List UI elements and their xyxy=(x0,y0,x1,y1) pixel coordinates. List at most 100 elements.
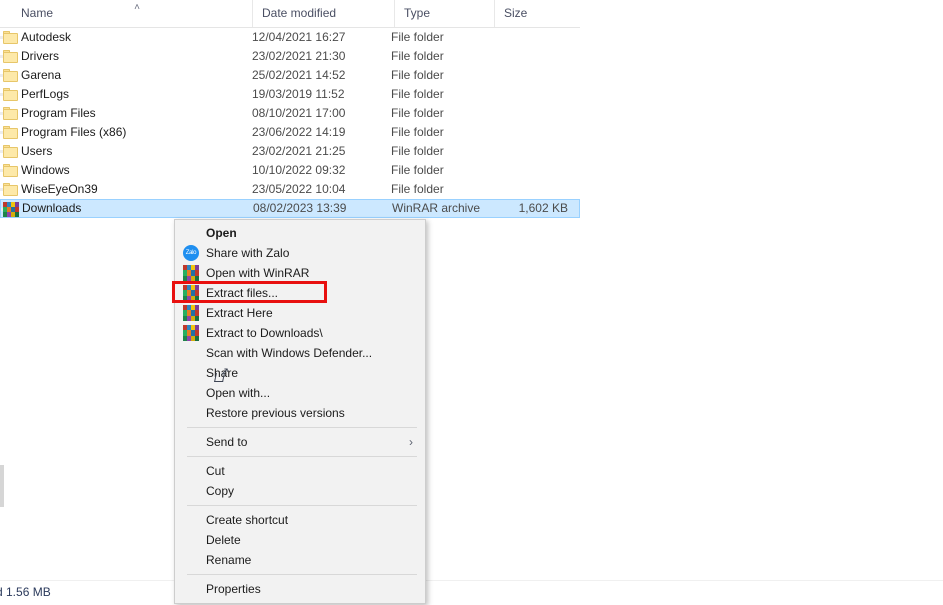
file-row-name: Users xyxy=(21,144,53,158)
menu-item[interactable]: Open with... xyxy=(175,383,425,403)
file-row-size xyxy=(470,104,567,123)
file-row[interactable]: Program Files 08/10/2021 17:00 File folder xyxy=(0,104,580,123)
winrar-icon xyxy=(183,285,199,301)
file-row-size: 1,602 KB xyxy=(518,201,568,215)
file-row-name: Downloads xyxy=(22,201,82,215)
zalo-icon: Zalo xyxy=(183,245,199,261)
file-row-name: Windows xyxy=(21,163,70,177)
file-row[interactable]: PerfLogs 19/03/2019 11:52 File folder xyxy=(0,85,580,104)
menu-item[interactable]: Scan with Windows Defender... xyxy=(175,343,425,363)
file-row-name: Garena xyxy=(21,68,62,82)
file-row-size xyxy=(470,47,567,66)
file-row-name: WiseEyeOn39 xyxy=(21,182,98,196)
folder-icon xyxy=(3,145,18,158)
menu-separator xyxy=(187,574,417,575)
file-row[interactable]: Autodesk 12/04/2021 16:27 File folder xyxy=(0,28,580,47)
file-row-date-modified: 23/06/2022 14:19 xyxy=(252,125,346,139)
menu-item[interactable]: Extract to Downloads\ xyxy=(175,323,425,343)
column-header-type[interactable]: Type xyxy=(394,0,494,27)
file-list-view[interactable]: Name ˄ Date modified Type Size Autodesk 1… xyxy=(0,0,580,232)
file-context-menu[interactable]: Open Zalo Share with Zalo Open with WinRAR E… xyxy=(174,219,426,604)
file-row-date-modified: 19/03/2019 11:52 xyxy=(252,87,345,101)
menu-item-label: Scan with Windows Defender... xyxy=(206,346,373,360)
menu-separator xyxy=(187,456,417,457)
menu-item-label: Extract Here xyxy=(206,306,273,320)
menu-item[interactable]: Delete xyxy=(175,530,425,550)
file-row-date-modified: 23/02/2021 21:25 xyxy=(252,144,346,158)
menu-item[interactable]: Rename xyxy=(175,550,425,570)
file-row[interactable]: WiseEyeOn39 23/05/2022 10:04 File folder xyxy=(0,180,580,199)
file-row-date-modified: 10/10/2022 09:32 xyxy=(252,163,346,177)
column-header-date-modified-label: Date modified xyxy=(262,6,337,20)
file-row-date-modified: 23/02/2021 21:30 xyxy=(252,49,346,63)
file-row-size xyxy=(470,28,567,47)
file-row-name: Autodesk xyxy=(21,30,72,44)
column-header-size[interactable]: Size xyxy=(494,0,580,27)
menu-item[interactable]: Open xyxy=(175,223,425,243)
menu-item[interactable]: Properties xyxy=(175,579,425,599)
winrar-icon xyxy=(183,265,199,281)
menu-item[interactable]: Zalo Share with Zalo xyxy=(175,243,425,263)
file-row-date-modified: 08/02/2023 13:39 xyxy=(253,201,347,215)
column-header-type-label: Type xyxy=(404,6,431,20)
file-row-name: Program Files (x86) xyxy=(21,125,127,139)
menu-item-label: Extract to Downloads\ xyxy=(206,326,323,340)
file-row[interactable]: Downloads 08/02/2023 13:39 WinRAR archive 1… xyxy=(0,199,580,218)
file-row-size xyxy=(470,123,567,142)
file-row-name: PerfLogs xyxy=(21,87,70,101)
menu-item-label: Delete xyxy=(206,533,241,547)
menu-item[interactable]: Open with WinRAR xyxy=(175,263,425,283)
menu-item-label: Extract files... xyxy=(206,286,279,300)
file-row-name: Program Files xyxy=(21,106,96,120)
file-row-date-modified: 25/02/2021 14:52 xyxy=(252,68,346,82)
chevron-right-icon: › xyxy=(409,435,413,449)
folder-icon xyxy=(3,107,18,120)
file-row-size xyxy=(470,85,567,104)
menu-item-label: Rename xyxy=(206,553,252,567)
folder-icon xyxy=(3,126,18,139)
menu-item[interactable]: Extract files... xyxy=(175,283,425,303)
file-row[interactable]: Program Files (x86) 23/06/2022 14:19 File … xyxy=(0,123,580,142)
file-row-size xyxy=(470,66,567,85)
column-header-size-label: Size xyxy=(504,6,528,20)
file-row-size xyxy=(470,142,567,161)
menu-item[interactable]: ↗ Share xyxy=(175,363,425,383)
folder-icon xyxy=(3,69,18,82)
file-row[interactable]: Garena 25/02/2021 14:52 File folder xyxy=(0,66,580,85)
menu-item[interactable]: Copy xyxy=(175,481,425,501)
column-header-name[interactable]: Name ˄ xyxy=(0,0,252,27)
folder-icon xyxy=(3,31,18,44)
file-row-size xyxy=(470,180,567,199)
menu-item[interactable]: Send to › xyxy=(175,432,425,452)
menu-item-label: Create shortcut xyxy=(206,513,289,527)
menu-item[interactable]: Extract Here xyxy=(175,303,425,323)
sort-ascending-caret-icon[interactable]: ˄ xyxy=(131,3,143,13)
file-row[interactable]: Drivers 23/02/2021 21:30 File folder xyxy=(0,47,580,66)
menu-separator xyxy=(187,427,417,428)
vertical-scrollbar-thumb[interactable] xyxy=(0,465,4,507)
folder-icon xyxy=(3,164,18,177)
folder-icon xyxy=(3,50,18,63)
menu-item-label: Send to xyxy=(206,435,248,449)
menu-item[interactable]: Cut xyxy=(175,461,425,481)
menu-item-label: Open with... xyxy=(206,386,271,400)
menu-item-label: Restore previous versions xyxy=(206,406,345,420)
file-row-date-modified: 12/04/2021 16:27 xyxy=(252,30,346,44)
file-row-name: Drivers xyxy=(21,49,59,63)
menu-item[interactable]: Create shortcut xyxy=(175,510,425,530)
file-row-date-modified: 23/05/2022 10:04 xyxy=(252,182,346,196)
menu-item-label: Open xyxy=(206,226,237,240)
winrar-icon xyxy=(183,305,199,321)
winrar-archive-icon xyxy=(3,202,19,217)
status-bar-text: d 1.56 MB xyxy=(0,585,51,599)
menu-item-label: Properties xyxy=(206,582,261,596)
column-header-row[interactable]: Name ˄ Date modified Type Size xyxy=(0,0,580,28)
column-header-date-modified[interactable]: Date modified xyxy=(252,0,394,27)
menu-item[interactable]: Restore previous versions xyxy=(175,403,425,423)
file-rows-container: Autodesk 12/04/2021 16:27 File folder Drive… xyxy=(0,28,580,218)
status-bar: d 1.56 MB xyxy=(0,580,943,605)
file-row[interactable]: Windows 10/10/2022 09:32 File folder xyxy=(0,161,580,180)
file-row-size xyxy=(470,161,567,180)
folder-icon xyxy=(3,88,18,101)
file-row[interactable]: Users 23/02/2021 21:25 File folder xyxy=(0,142,580,161)
